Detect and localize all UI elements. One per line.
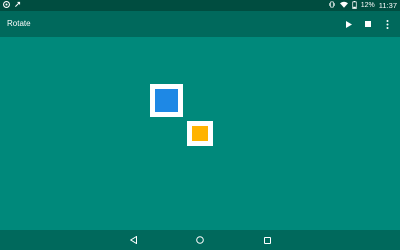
recents-icon <box>263 236 271 244</box>
orange-square <box>192 126 208 141</box>
status-right: 12% 11:37 <box>328 0 397 11</box>
recents-button[interactable] <box>261 234 273 246</box>
navigation-bar <box>0 230 400 250</box>
vibrate-icon <box>328 1 336 10</box>
wifi-icon <box>339 1 348 10</box>
link-icon <box>14 1 21 10</box>
play-button[interactable] <box>344 18 354 30</box>
overflow-menu-icon <box>386 19 388 29</box>
rotate-canvas[interactable] <box>0 37 400 230</box>
battery-icon <box>352 0 357 11</box>
screen: 12% 11:37 Rotate <box>0 0 400 250</box>
status-left <box>3 1 21 10</box>
orange-square-frame[interactable] <box>187 121 213 146</box>
back-icon <box>129 236 137 244</box>
play-icon <box>346 20 352 28</box>
home-button[interactable] <box>194 234 206 246</box>
stop-icon <box>365 21 371 27</box>
blue-square <box>155 89 178 112</box>
battery-percent: 12% <box>360 2 375 9</box>
blue-square-frame[interactable] <box>150 84 183 117</box>
clock: 11:37 <box>378 1 397 10</box>
app-actions <box>344 17 392 31</box>
stop-button[interactable] <box>363 18 373 30</box>
overflow-menu-button[interactable] <box>382 18 392 30</box>
back-button[interactable] <box>127 234 139 246</box>
home-icon <box>196 236 204 244</box>
notification-icon <box>3 1 10 10</box>
app-bar: Rotate <box>0 11 400 37</box>
status-bar: 12% 11:37 <box>0 0 400 11</box>
app-title: Rotate <box>7 19 31 28</box>
